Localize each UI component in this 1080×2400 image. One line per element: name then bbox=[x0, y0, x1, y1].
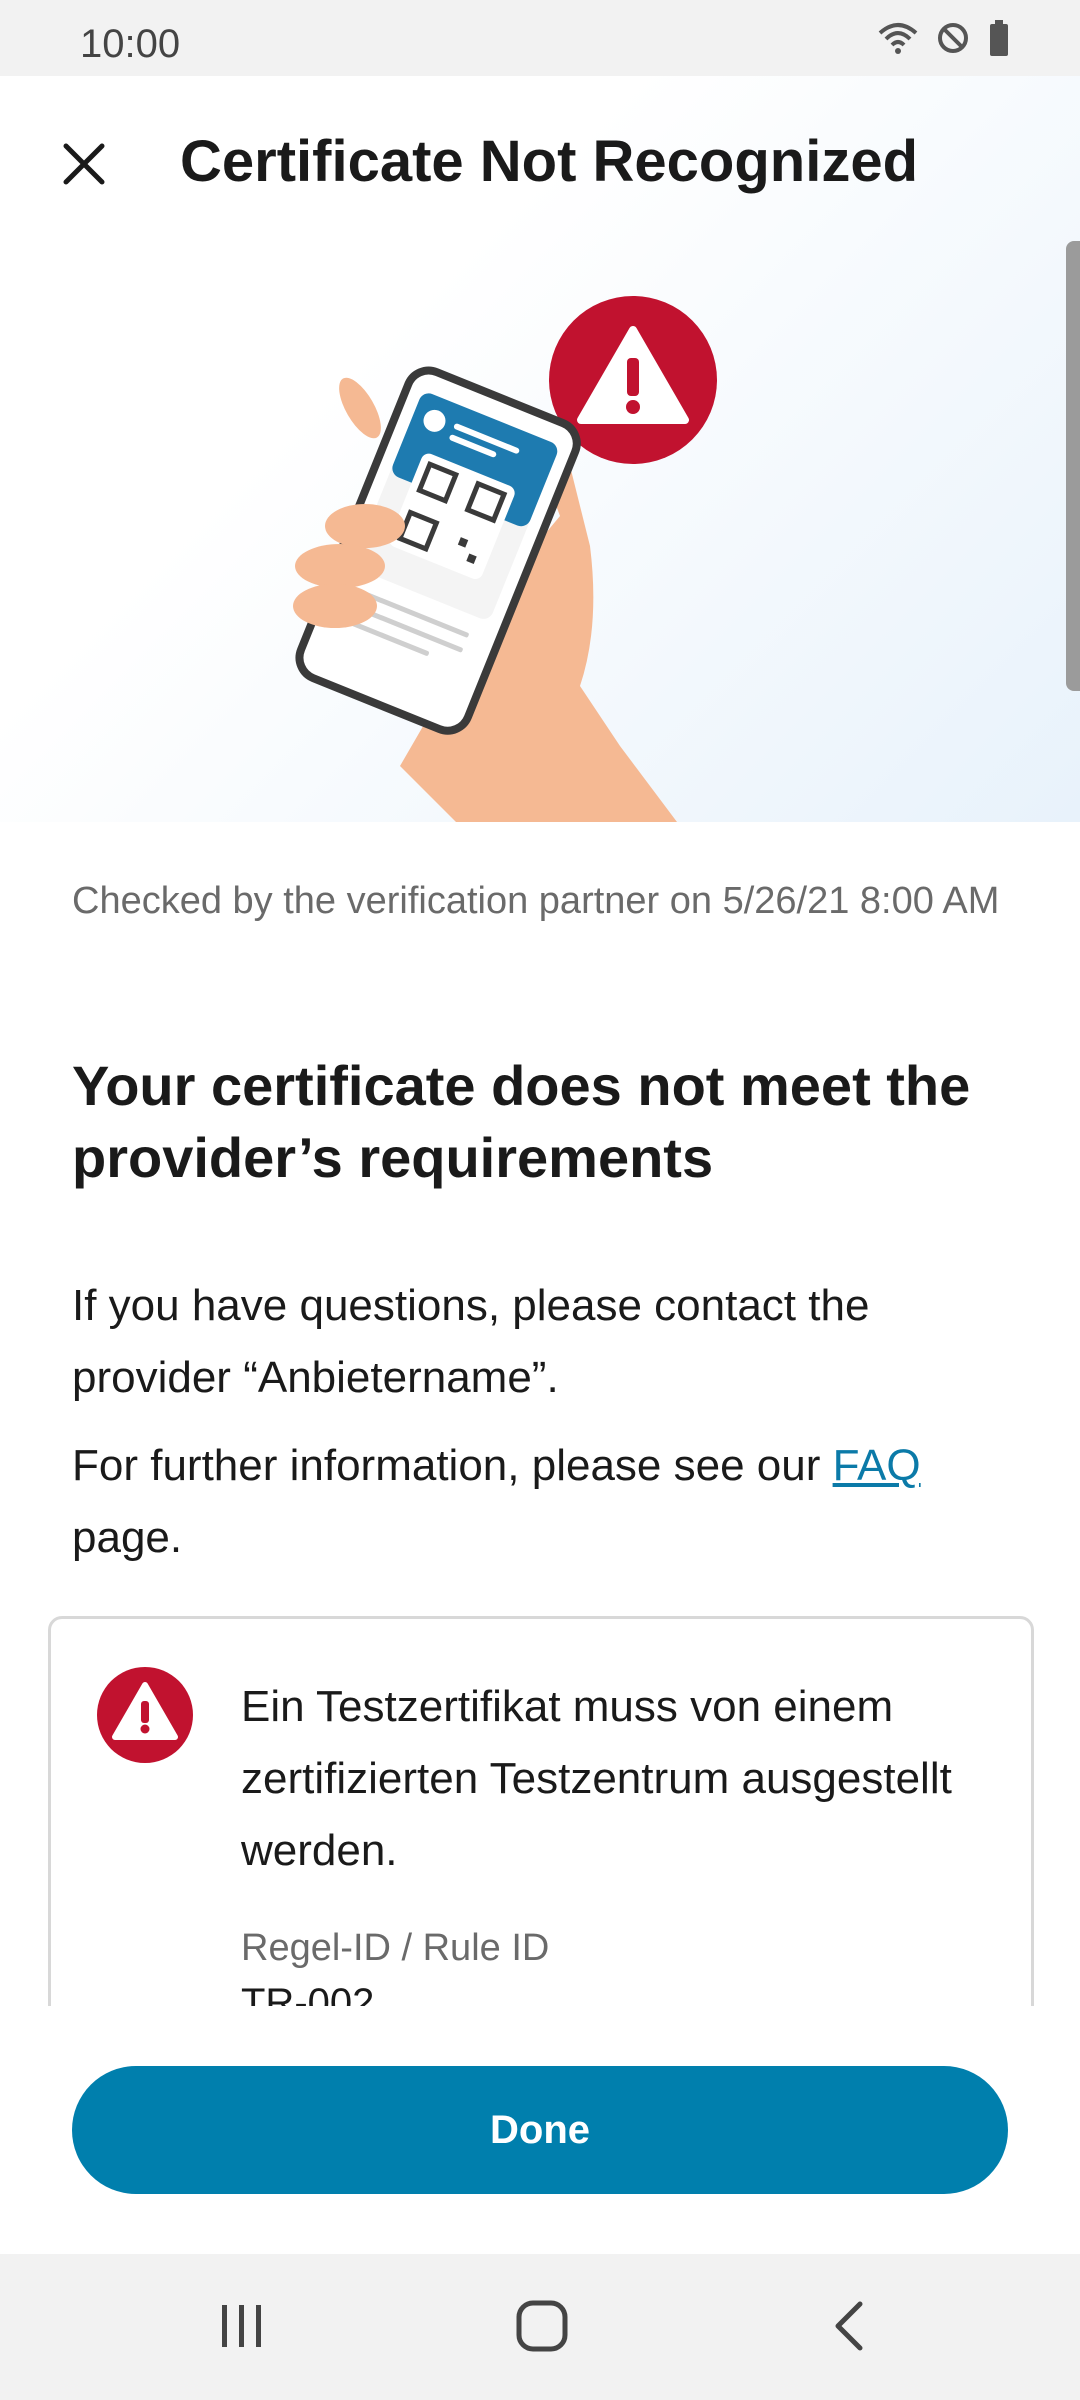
recent-apps-icon bbox=[218, 2303, 266, 2354]
status-bar: 10:00 bbox=[0, 0, 1080, 76]
faq-link[interactable]: FAQ bbox=[833, 1441, 921, 1490]
result-heading: Your certificate does not meet the provi… bbox=[72, 1054, 971, 1189]
recent-apps-button[interactable] bbox=[212, 2300, 272, 2356]
rule-card: Ein Testzertifikat muss von einem zertif… bbox=[48, 1616, 1034, 2006]
close-icon bbox=[60, 140, 108, 193]
rule-message: Ein Testzertifikat muss von einem zertif… bbox=[241, 1682, 952, 1875]
rule-id-value: TR-002 bbox=[241, 1981, 375, 2006]
faq-paragraph: For further information, please see our … bbox=[72, 1430, 1012, 1574]
done-button[interactable]: Done bbox=[72, 2066, 1008, 2194]
faq-text-before: For further information, please see our bbox=[72, 1441, 833, 1490]
battery-icon bbox=[988, 19, 1010, 61]
scrollbar[interactable] bbox=[1066, 241, 1080, 691]
rule-card-viewport: Ein Testzertifikat muss von einem zertif… bbox=[48, 1616, 1034, 2006]
warning-icon bbox=[95, 1665, 195, 1770]
contact-provider-text: If you have questions, please contact th… bbox=[72, 1281, 870, 1402]
faq-text-after: page. bbox=[72, 1513, 183, 1562]
verification-timestamp: Checked by the verification partner on 5… bbox=[72, 880, 1000, 922]
illustration-hand-phone bbox=[260, 296, 720, 822]
home-button[interactable] bbox=[512, 2300, 572, 2356]
hero-header: Certificate Not Recognized bbox=[0, 76, 1080, 822]
rule-id-label: Regel-ID / Rule ID bbox=[241, 1927, 550, 1969]
do-not-disturb-icon bbox=[936, 21, 970, 60]
home-icon bbox=[516, 2300, 568, 2357]
page-title: Certificate Not Recognized bbox=[180, 129, 918, 194]
status-time: 10:00 bbox=[80, 22, 181, 66]
back-button[interactable] bbox=[818, 2300, 878, 2356]
close-button[interactable] bbox=[44, 126, 124, 206]
wifi-icon bbox=[878, 21, 918, 60]
status-icons bbox=[878, 19, 1010, 61]
system-nav-bar bbox=[0, 2254, 1080, 2400]
back-icon bbox=[830, 2300, 866, 2357]
